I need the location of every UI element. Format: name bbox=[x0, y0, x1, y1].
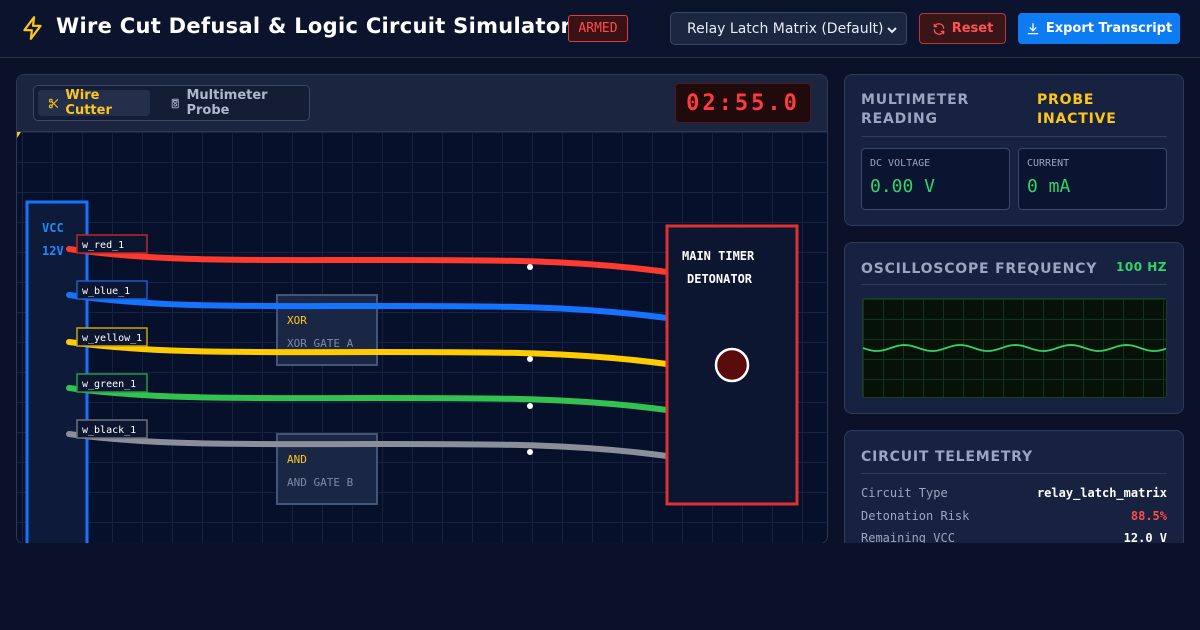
telemetry-row-detonation-risk: Detonation Risk 88.5% bbox=[861, 509, 1167, 529]
reset-label: Reset bbox=[951, 21, 994, 36]
scissors-icon bbox=[48, 98, 59, 108]
and-gate-name: AND GATE B bbox=[287, 476, 354, 489]
svg-text:w_green_1: w_green_1 bbox=[82, 379, 136, 390]
oscilloscope-title: Oscilloscope Frequency bbox=[861, 261, 1098, 277]
wire-label-red: w_red_1 bbox=[76, 234, 148, 254]
and-gate-type: AND bbox=[287, 453, 307, 466]
page-background bbox=[0, 543, 1200, 630]
vcc-label: VCC bbox=[42, 221, 64, 235]
xor-gate-type: XOR bbox=[287, 314, 307, 327]
corner-marker bbox=[17, 132, 21, 138]
tool-bar: Wire Cutter Multimeter Probe 02:55.0 bbox=[17, 75, 827, 132]
current-readout: Current 0 mA bbox=[1018, 148, 1167, 210]
svg-text:w_red_1: w_red_1 bbox=[82, 240, 124, 251]
armed-status-badge: ARMED bbox=[568, 15, 628, 42]
multimeter-probe-tool-button[interactable]: Multimeter Probe bbox=[160, 88, 300, 118]
dc-voltage-value: 0.00 V bbox=[870, 176, 936, 197]
divider bbox=[861, 284, 1167, 285]
tool-selector: Wire Cutter Multimeter Probe bbox=[33, 85, 310, 121]
current-value: 0 mA bbox=[1027, 176, 1071, 197]
telemetry-value: 88.5% bbox=[1130, 509, 1167, 523]
current-label: Current bbox=[1027, 158, 1070, 169]
oscilloscope-frequency: 100 HZ bbox=[1116, 260, 1167, 274]
multimeter-probe-label: Multimeter Probe bbox=[186, 88, 268, 118]
wire-label-green: w_green_1 bbox=[76, 373, 148, 393]
circuit-select-value: Relay Latch Matrix (Default) bbox=[687, 20, 884, 37]
multimeter-title: Multimeter Reading bbox=[861, 92, 970, 127]
chevron-down-icon bbox=[887, 27, 897, 34]
countdown-timer: 02:55.0 bbox=[675, 83, 811, 123]
wire-red[interactable] bbox=[66, 246, 670, 275]
divider bbox=[861, 136, 1167, 137]
circuit-board-panel: Wire Cutter Multimeter Probe 02:55.0 VCC… bbox=[16, 74, 828, 544]
wire-label-blue: w_blue_1 bbox=[76, 280, 148, 300]
vcc-voltage-label: 12V bbox=[42, 244, 64, 258]
svg-text:w_black_1: w_black_1 bbox=[82, 425, 136, 436]
detonator-line2: DETONATOR bbox=[687, 272, 753, 286]
multimeter-icon bbox=[171, 98, 179, 108]
probe-status: PROBE INACTIVE bbox=[1037, 92, 1117, 127]
export-transcript-button[interactable]: Export Transcript bbox=[1018, 13, 1180, 44]
telemetry-value: relay_latch_matrix bbox=[1036, 486, 1167, 500]
divider bbox=[861, 473, 1167, 474]
wire-label-yellow: w_yellow_1 bbox=[76, 327, 148, 347]
svg-text:w_yellow_1: w_yellow_1 bbox=[82, 333, 142, 344]
detonator-line1: MAIN TIMER bbox=[682, 249, 755, 263]
telemetry-row-circuit-type: Circuit Type relay_latch_matrix bbox=[861, 486, 1167, 506]
multimeter-card: Multimeter Reading PROBE INACTIVE DC Vol… bbox=[844, 74, 1184, 226]
telemetry-key: Detonation Risk bbox=[861, 509, 970, 523]
telemetry-title: Circuit Telemetry bbox=[861, 449, 1033, 465]
wire-group bbox=[66, 246, 670, 459]
wire-label-black: w_black_1 bbox=[76, 419, 148, 439]
refresh-icon bbox=[933, 22, 944, 35]
wire-green[interactable] bbox=[66, 385, 670, 413]
main-timer-detonator: MAIN TIMER DETONATOR bbox=[665, 224, 799, 506]
wire-junction-dot bbox=[527, 264, 533, 270]
xor-gate-name: XOR GATE A bbox=[287, 337, 354, 350]
circuit-type-select[interactable]: Relay Latch Matrix (Default) bbox=[670, 12, 907, 45]
wire-cutter-label: Wire Cutter bbox=[65, 88, 112, 118]
circuit-board: VCC 12V XOR XOR GATE A AND AND GATE B w_… bbox=[17, 132, 827, 543]
app-title: Wire Cut Defusal & Logic Circuit Simulat… bbox=[56, 14, 572, 38]
dc-voltage-label: DC Voltage bbox=[870, 158, 931, 169]
oscilloscope-waveform bbox=[863, 344, 1166, 352]
app-header: Wire Cut Defusal & Logic Circuit Simulat… bbox=[0, 0, 1200, 58]
wire-junction-dot bbox=[527, 403, 533, 409]
export-label: Export Transcript bbox=[1045, 21, 1173, 36]
download-icon bbox=[1027, 22, 1039, 34]
wire-cutter-tool-button[interactable]: Wire Cutter bbox=[38, 88, 150, 118]
oscilloscope-card: Oscilloscope Frequency 100 HZ bbox=[844, 242, 1184, 414]
oscilloscope-screen bbox=[862, 298, 1167, 398]
wire-junction-dot bbox=[527, 449, 533, 455]
lightning-bolt-icon bbox=[23, 16, 42, 40]
wire-junction-dot bbox=[527, 356, 533, 362]
telemetry-key: Circuit Type bbox=[861, 486, 948, 500]
svg-text:w_blue_1: w_blue_1 bbox=[82, 286, 130, 297]
detonator-indicator-light bbox=[714, 347, 750, 383]
dc-voltage-readout: DC Voltage 0.00 V bbox=[861, 148, 1010, 210]
reset-button[interactable]: Reset bbox=[919, 13, 1006, 44]
